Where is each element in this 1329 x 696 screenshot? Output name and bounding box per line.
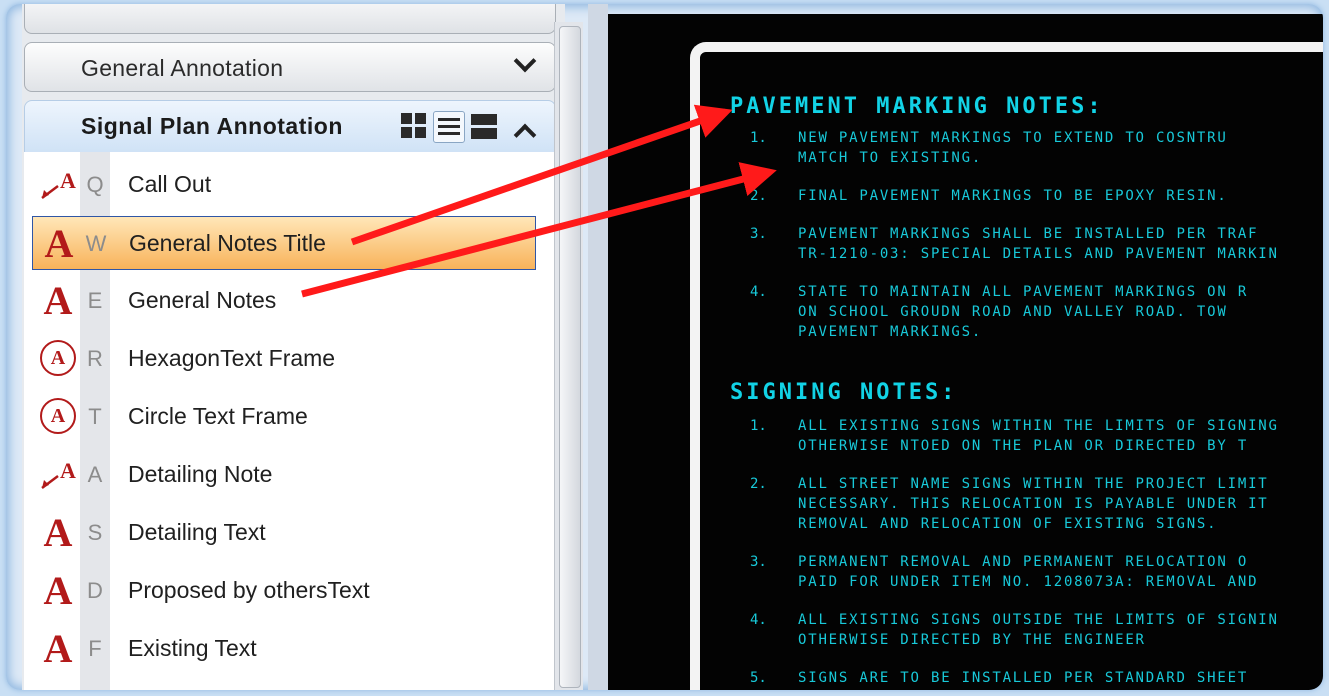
note-text-line: NECESSARY. THIS RELOCATION IS PAYABLE UN… — [798, 496, 1269, 512]
shortcut-key: F — [88, 636, 102, 661]
panel-scrollbar[interactable] — [554, 22, 583, 690]
note-text-line: ALL STREET NAME SIGNS WITHIN THE PROJECT… — [798, 476, 1269, 492]
list-item-general-notes[interactable]: A E General Notes — [24, 274, 554, 328]
note-number: 2. — [750, 188, 767, 204]
shortcut-key: S — [87, 520, 103, 545]
item-label: General Notes — [128, 287, 277, 313]
general-annotation-header[interactable]: General Annotation — [24, 42, 556, 92]
note-text-line: MATCH TO EXISTING. — [798, 150, 983, 166]
screenshot-frame: General Annotation Signal Plan Annotatio… — [6, 4, 1323, 690]
svg-text:A: A — [60, 168, 76, 193]
note-number: 4. — [750, 284, 767, 300]
item-label: HexagonText Frame — [128, 345, 336, 371]
note-text-line: FINAL PAVEMENT MARKINGS TO BE EPOXY RESI… — [798, 188, 1228, 204]
note-number: 2. — [750, 476, 767, 492]
tool-list: A Q Call Out A W General Notes Title A E General… — [24, 152, 554, 690]
shortcut-key: T — [88, 404, 102, 429]
note-text-line: REMOVAL AND RELOCATION OF EXISTING SIGNS… — [798, 516, 1218, 532]
scrollbar-thumb[interactable] — [559, 26, 581, 688]
note-text-line: STATE TO MAINTAIN ALL PAVEMENT MARKINGS … — [798, 284, 1249, 300]
note-text-line: OTHERWISE DIRECTED BY THE ENGINEER — [798, 632, 1146, 648]
note-number: 5. — [750, 670, 767, 686]
list-item-general-notes-title[interactable]: A W General Notes Title — [32, 216, 536, 270]
note-text-line: OTHERWISE NTOED ON THE PLAN OR DIRECTED … — [798, 438, 1249, 454]
text-a-icon: A — [43, 626, 73, 671]
shortcut-key: Q — [86, 172, 104, 197]
shortcut-key: R — [87, 346, 103, 371]
item-label: Existing Text — [128, 635, 257, 661]
note-text-line: SIGNS ARE TO BE INSTALLED PER STANDARD S… — [798, 670, 1249, 686]
circle-a-icon: A — [38, 396, 78, 438]
active-header-label: Signal Plan Annotation — [81, 113, 343, 139]
list-item-detailing-note[interactable]: A A Detailing Note — [24, 448, 554, 502]
note-number: 3. — [750, 226, 767, 242]
note-text-line: PAVEMENT MARKINGS SHALL BE INSTALLED PER… — [798, 226, 1259, 242]
list-item-existing-text[interactable]: A F Existing Text — [24, 622, 554, 676]
text-a-icon: A — [43, 510, 73, 555]
group-header-label: General Annotation — [81, 55, 284, 81]
note-text-line: PAID FOR UNDER ITEM NO. 1208073A: REMOVA… — [798, 574, 1259, 590]
note-number: 4. — [750, 612, 767, 628]
list-item-circle-text-frame[interactable]: A T Circle Text Frame — [24, 390, 554, 444]
list-item-proposed-by-otherstext[interactable]: A D Proposed by othersText — [24, 564, 554, 618]
chevron-up-icon[interactable] — [513, 123, 537, 147]
shortcut-key: W — [85, 231, 107, 256]
collapsed-group-header[interactable] — [24, 4, 556, 34]
note-text-line: ALL EXISTING SIGNS OUTSIDE THE LIMITS OF… — [798, 612, 1279, 628]
item-label: Detailing Note — [128, 461, 273, 487]
cad-drawing-view[interactable]: PAVEMENT MARKING NOTES: 1. NEW PAVEMENT M… — [608, 14, 1323, 690]
callout-icon: A — [38, 164, 78, 206]
note-text-line: PERMANENT REMOVAL AND PERMANENT RELOCATI… — [798, 554, 1249, 570]
circle-a-icon: A — [38, 338, 78, 380]
callout-icon: A — [38, 454, 78, 496]
pavement-marking-notes-title: PAVEMENT MARKING NOTES: — [730, 94, 1104, 119]
annotation-panel: General Annotation Signal Plan Annotatio… — [22, 4, 565, 690]
list-view-icon[interactable] — [433, 111, 465, 143]
item-label: Call Out — [128, 171, 212, 197]
svg-text:A: A — [60, 458, 76, 483]
note-text-line: ALL EXISTING SIGNS WITHIN THE LIMITS OF … — [798, 418, 1279, 434]
note-number: 1. — [750, 130, 767, 146]
pane-divider[interactable] — [588, 4, 608, 690]
item-label: General Notes Title — [129, 230, 326, 256]
text-a-icon: A — [43, 568, 73, 613]
list-item-call-out[interactable]: A Q Call Out — [24, 158, 554, 212]
note-text-line: ON SCHOOL GROUDN ROAD AND VALLEY ROAD. T… — [798, 304, 1228, 320]
note-number: 3. — [750, 554, 767, 570]
list-item-hexagontext-frame[interactable]: A R HexagonText Frame — [24, 332, 554, 386]
list-item-detailing-text[interactable]: A S Detailing Text — [24, 506, 554, 560]
text-a-icon: A — [44, 221, 74, 266]
note-text-line: TR-1210-03: SPECIAL DETAILS AND PAVEMENT… — [798, 246, 1279, 262]
text-a-icon: A — [43, 278, 73, 323]
block-view-icon[interactable] — [469, 111, 499, 141]
signal-plan-annotation-header[interactable]: Signal Plan Annotation — [24, 100, 556, 154]
item-label: Proposed by othersText — [128, 577, 370, 603]
note-number: 1. — [750, 418, 767, 434]
item-label: Circle Text Frame — [128, 403, 308, 429]
note-text-line: PAVEMENT MARKINGS. — [798, 324, 983, 340]
note-text-line: NEW PAVEMENT MARKINGS TO EXTEND TO COSNT… — [798, 130, 1228, 146]
item-label: Detailing Text — [128, 519, 266, 545]
signing-notes-title: SIGNING NOTES: — [730, 380, 958, 405]
chevron-down-icon[interactable] — [513, 49, 537, 73]
shortcut-key: E — [87, 288, 103, 313]
shortcut-key: D — [87, 578, 103, 603]
shortcut-key: A — [87, 462, 103, 487]
grid-view-icon[interactable] — [399, 111, 429, 141]
